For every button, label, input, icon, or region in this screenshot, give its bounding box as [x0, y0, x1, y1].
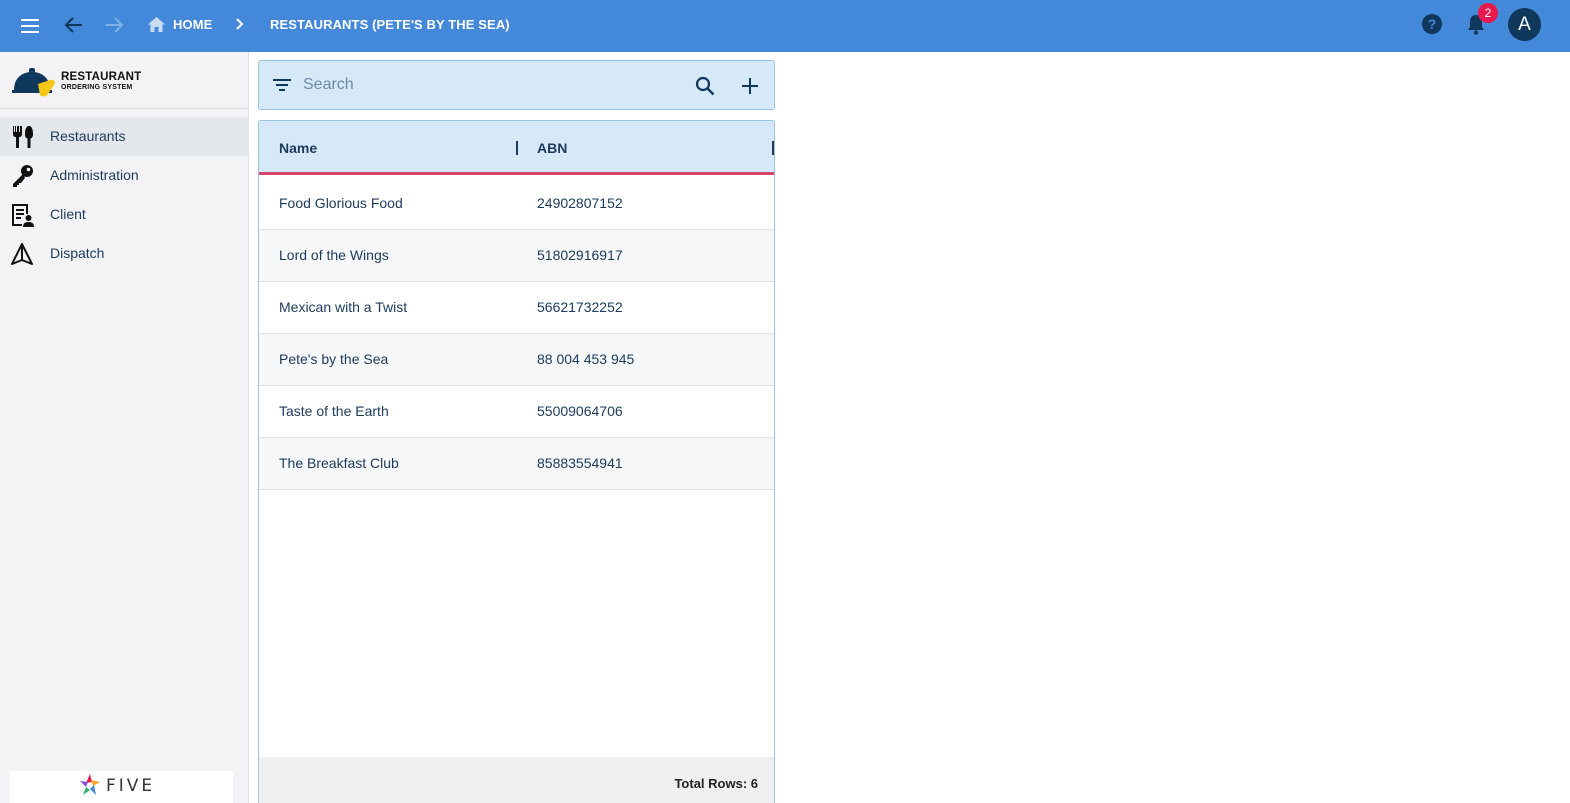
- cell-abn: 24902807152: [537, 195, 623, 211]
- logo-title: RESTAURANT: [61, 71, 142, 83]
- cell-abn: 88 004 453 945: [537, 351, 635, 367]
- sidebar-item-administration[interactable]: Administration: [0, 156, 249, 195]
- avatar[interactable]: A: [1508, 8, 1541, 41]
- table-header: Name ABN: [259, 121, 774, 175]
- five-brand-logo: FIVE: [10, 771, 233, 803]
- menu-icon[interactable]: [16, 12, 44, 40]
- table-row[interactable]: Taste of the Earth 55009064706: [259, 386, 774, 438]
- cell-name: The Breakfast Club: [279, 455, 399, 471]
- cell-name: Taste of the Earth: [279, 403, 389, 419]
- back-arrow-icon[interactable]: [61, 12, 87, 38]
- svg-text:?: ?: [1428, 16, 1437, 32]
- cell-name: Lord of the Wings: [279, 247, 389, 263]
- cutlery-icon: [13, 126, 33, 148]
- column-header-abn[interactable]: ABN: [537, 140, 567, 156]
- sidebar-item-restaurants[interactable]: Restaurants: [0, 117, 249, 156]
- filter-icon[interactable]: [273, 78, 291, 92]
- cell-abn: 51802916917: [537, 247, 623, 263]
- five-star-logo-icon: [80, 774, 100, 795]
- cell-abn: 85883554941: [537, 455, 623, 471]
- table-row[interactable]: Lord of the Wings 51802916917: [259, 230, 774, 282]
- cloche-logo-icon: [12, 68, 55, 97]
- key-icon: [13, 165, 33, 187]
- forward-arrow-icon[interactable]: [101, 12, 127, 38]
- top-app-bar: HOME RESTAURANTS (PETE'S BY THE SEA) ? 2…: [0, 0, 1570, 52]
- sidebar-item-label: Dispatch: [50, 245, 105, 261]
- sidebar-item-label: Restaurants: [50, 128, 126, 144]
- app-logo: RESTAURANT ORDERING SYSTEM: [0, 52, 249, 109]
- cell-name: Mexican with a Twist: [279, 299, 408, 315]
- sidebar: RESTAURANT ORDERING SYSTEM Restaurants A…: [0, 52, 249, 803]
- dispatch-icon: [11, 243, 33, 265]
- table-row[interactable]: Pete's by the Sea 88 004 453 945: [259, 334, 774, 386]
- sidebar-item-label: Administration: [50, 167, 139, 183]
- table-row[interactable]: Food Glorious Food 24902807152: [259, 178, 774, 230]
- sidebar-item-client[interactable]: Client: [0, 195, 249, 234]
- restaurants-table: Name ABN Food Glorious Food 24902807152 …: [258, 120, 775, 803]
- search-icon[interactable]: [695, 76, 715, 96]
- sidebar-item-dispatch[interactable]: Dispatch: [0, 234, 249, 273]
- logo-subtitle: ORDERING SYSTEM: [61, 84, 133, 91]
- total-rows-label: Total Rows: 6: [674, 776, 758, 791]
- column-header-name[interactable]: Name: [279, 140, 317, 156]
- cell-name: Food Glorious Food: [279, 195, 403, 211]
- search-bar: Search: [258, 60, 775, 110]
- sidebar-item-label: Client: [50, 206, 86, 222]
- table-row[interactable]: Mexican with a Twist 56621732252: [259, 282, 774, 334]
- cell-abn: 55009064706: [537, 403, 623, 419]
- notification-badge: 2: [1478, 3, 1498, 23]
- add-icon[interactable]: [741, 77, 759, 95]
- cell-abn: 56621732252: [537, 299, 623, 315]
- breadcrumb-home[interactable]: HOME: [173, 17, 212, 33]
- help-icon[interactable]: ?: [1420, 12, 1444, 36]
- cell-name: Pete's by the Sea: [279, 351, 389, 367]
- client-list-icon: [12, 204, 34, 227]
- breadcrumb-current: RESTAURANTS (PETE'S BY THE SEA): [270, 17, 510, 32]
- table-row[interactable]: The Breakfast Club 85883554941: [259, 438, 774, 490]
- search-input[interactable]: Search: [303, 76, 354, 94]
- chevron-right-icon: [232, 16, 248, 32]
- column-resize-handle[interactable]: [772, 141, 774, 155]
- home-icon[interactable]: [147, 15, 165, 33]
- table-footer: Total Rows: 6: [259, 757, 774, 803]
- column-resize-handle[interactable]: [516, 141, 518, 155]
- five-brand-text: FIVE: [106, 776, 156, 796]
